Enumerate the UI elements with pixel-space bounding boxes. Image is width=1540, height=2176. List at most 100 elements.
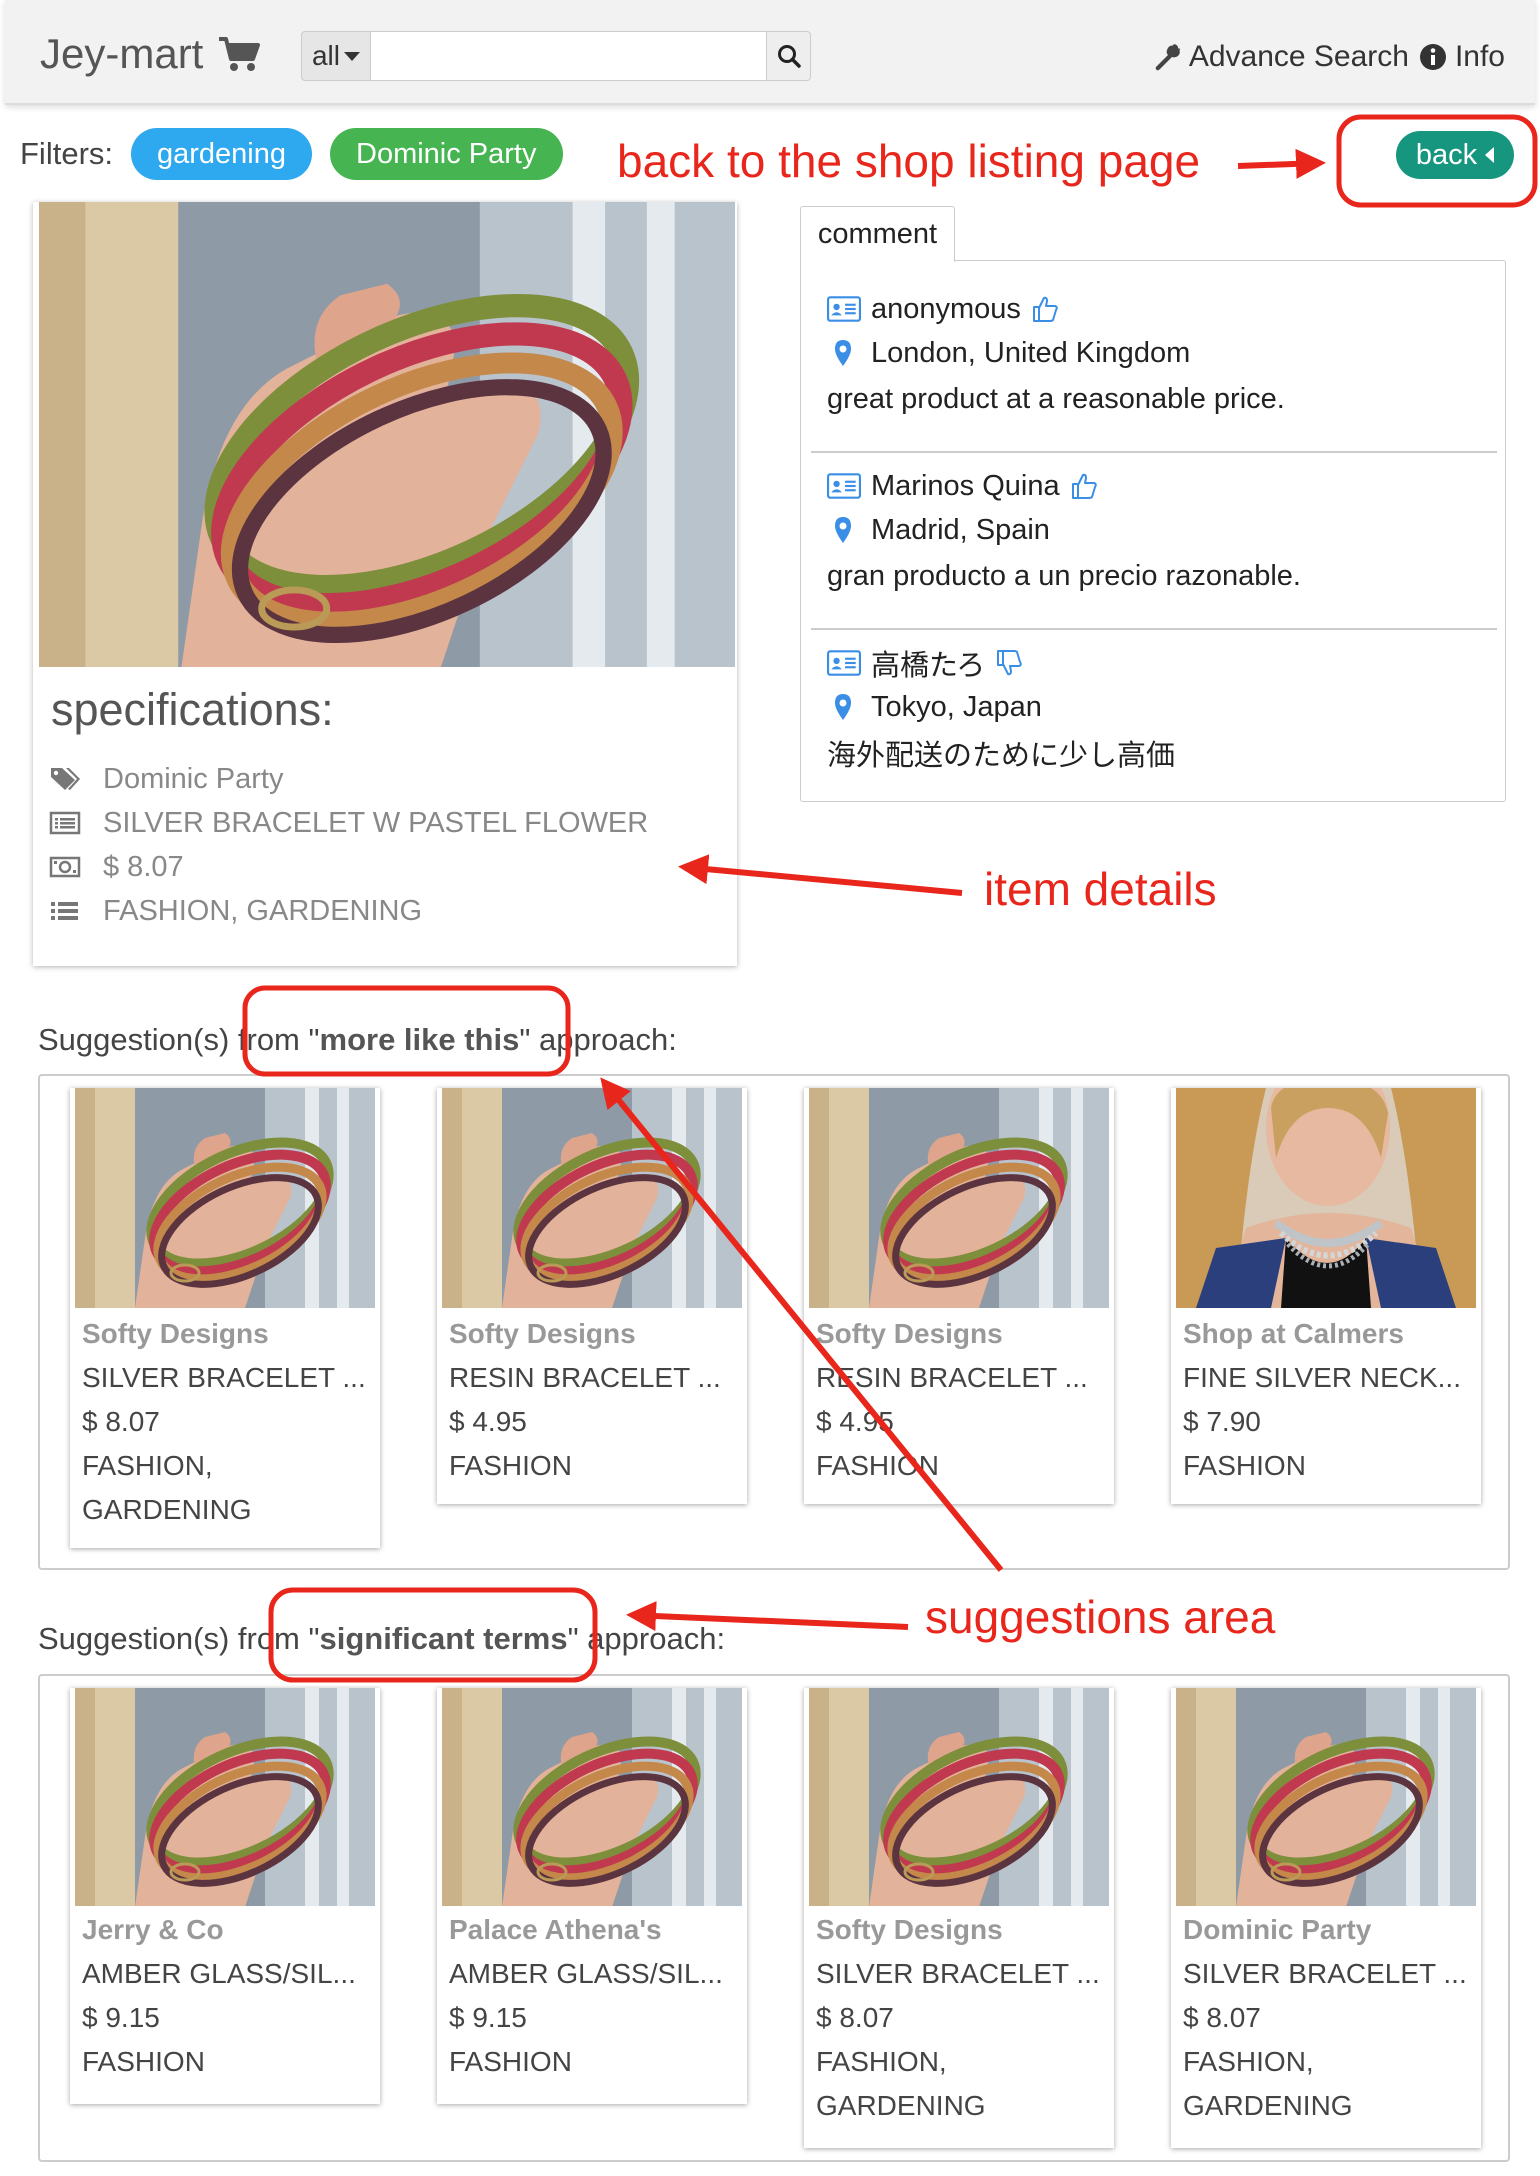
spec-categories-value: FASHION, GARDENING	[103, 894, 423, 927]
annotation-item-details: item details	[984, 863, 1217, 915]
comment-location-line: Tokyo, Japan	[827, 685, 1497, 729]
annotation-arrow	[1237, 148, 1326, 179]
product-card[interactable]: Softy Designs SILVER BRACELET ... $ 8.07…	[804, 1688, 1114, 2148]
product-shop[interactable]: Softy Designs	[816, 1908, 1106, 1952]
product-price: $ 8.07	[816, 2002, 894, 2033]
product-title: SILVER BRACELET ...	[1183, 1958, 1467, 1989]
product-price: $ 4.95	[816, 1406, 894, 1437]
product-card[interactable]: Jerry & Co AMBER GLASS/SIL... $ 9.15 FAS…	[70, 1688, 380, 2104]
back-button[interactable]: back	[1396, 131, 1514, 179]
comment-location: Madrid, Spain	[871, 513, 1050, 546]
product-info: Softy Designs SILVER BRACELET ... $ 8.07…	[82, 1312, 372, 1532]
chevron-down-icon	[344, 51, 360, 61]
product-price: $ 7.90	[1183, 1406, 1261, 1437]
product-shop[interactable]: Palace Athena's	[449, 1908, 739, 1952]
product-image[interactable]	[809, 1688, 1109, 1906]
heading-prefix: Suggestion(s) from "	[38, 1621, 320, 1656]
product-title: AMBER GLASS/SIL...	[82, 1958, 356, 1989]
suggestions-mlt-heading: Suggestion(s) from "more like this" appr…	[38, 1022, 677, 1058]
product-info: Shop at Calmers FINE SILVER NECK... $ 7.…	[1183, 1312, 1473, 1488]
product-shop[interactable]: Jerry & Co	[82, 1908, 372, 1952]
product-image[interactable]	[1176, 1688, 1476, 1906]
product-shop[interactable]: Shop at Calmers	[1183, 1312, 1473, 1356]
product-title: FINE SILVER NECK...	[1183, 1362, 1461, 1393]
search-icon	[777, 45, 801, 68]
id-card-icon	[827, 473, 861, 499]
wrench-icon	[1155, 44, 1180, 71]
comment-item: anonymous London, United Kingdom great p…	[811, 287, 1497, 453]
product-image[interactable]	[1176, 1088, 1476, 1308]
spec-shop: Dominic Party	[49, 757, 648, 801]
product-card[interactable]: Shop at Calmers FINE SILVER NECK... $ 7.…	[1171, 1088, 1481, 1504]
comment-location-line: Madrid, Spain	[827, 508, 1497, 552]
item-details-card: specifications: Dominic Party SILVER BRA…	[33, 202, 737, 966]
product-price: $ 8.07	[82, 1406, 160, 1437]
annotation-suggestions: suggestions area	[925, 1591, 1276, 1643]
search-scope-select[interactable]: all	[301, 31, 371, 81]
advance-search-label: Advance Search	[1188, 40, 1409, 73]
comment-location: Tokyo, Japan	[871, 690, 1042, 723]
comment-panel: anonymous London, United Kingdom great p…	[800, 260, 1506, 802]
filter-chip-gardening[interactable]: gardening	[131, 128, 312, 180]
product-category: FASHION	[816, 1450, 939, 1481]
filter-chip-dominic-party[interactable]: Dominic Party	[330, 128, 563, 180]
thumbs-down-icon[interactable]	[995, 649, 1023, 677]
product-title: RESIN BRACELET ...	[816, 1362, 1088, 1393]
specifications-heading: specifications:	[51, 684, 334, 735]
product-shop[interactable]: Dominic Party	[1183, 1908, 1473, 1952]
comment-location: London, United Kingdom	[871, 336, 1191, 369]
comment-author: Marinos Quina	[871, 469, 1060, 502]
tab-comment[interactable]: comment	[800, 206, 955, 262]
comment-text: great product at a reasonable price.	[827, 382, 1285, 415]
thumbs-up-icon[interactable]	[1031, 295, 1059, 323]
product-image[interactable]	[442, 1688, 742, 1906]
product-category: FASHION, GARDENING	[1183, 2046, 1353, 2121]
product-image[interactable]	[75, 1688, 375, 1906]
product-price: $ 9.15	[449, 2002, 527, 2033]
spec-name: SILVER BRACELET W PASTEL FLOWER	[49, 801, 648, 845]
thumbs-up-icon[interactable]	[1070, 472, 1098, 500]
comment-text: 海外配送のために少し高価	[827, 740, 1176, 772]
product-title: SILVER BRACELET ...	[82, 1362, 366, 1393]
product-shop[interactable]: Softy Designs	[82, 1312, 372, 1356]
product-image[interactable]	[75, 1088, 375, 1308]
product-title: AMBER GLASS/SIL...	[449, 1958, 723, 1989]
heading-suffix: " approach:	[519, 1022, 677, 1057]
filters-bar: Filters: gardening Dominic Party	[20, 128, 563, 180]
heading-suffix: " approach:	[567, 1621, 726, 1656]
brand[interactable]: Jey-mart	[40, 30, 261, 78]
spec-categories: FASHION, GARDENING	[49, 889, 648, 933]
product-category: FASHION	[449, 2046, 572, 2077]
brand-name[interactable]: Jey-mart	[40, 30, 203, 78]
advance-search-link[interactable]: Advance Search	[1153, 40, 1409, 74]
suggestions-sig-area: Jerry & Co AMBER GLASS/SIL... $ 9.15 FAS…	[38, 1674, 1510, 2162]
product-card[interactable]: Softy Designs RESIN BRACELET ... $ 4.95 …	[804, 1088, 1114, 1504]
product-price: $ 4.95	[449, 1406, 527, 1437]
product-image[interactable]	[442, 1088, 742, 1308]
caret-left-icon	[1485, 147, 1495, 163]
map-marker-icon	[835, 694, 851, 720]
search-button[interactable]	[767, 31, 811, 81]
spec-price-value: $ 8.07	[103, 850, 184, 883]
product-card[interactable]: Softy Designs RESIN BRACELET ... $ 4.95 …	[437, 1088, 747, 1504]
product-category: FASHION	[449, 1450, 572, 1481]
product-category: FASHION	[82, 2046, 205, 2077]
product-price: $ 9.15	[82, 2002, 160, 2033]
search-input[interactable]	[371, 31, 767, 81]
product-shop[interactable]: Softy Designs	[449, 1312, 739, 1356]
comment-item: 高橋たろ Tokyo, Japan 海外配送のために少し高価	[811, 641, 1497, 791]
product-card[interactable]: Palace Athena's AMBER GLASS/SIL... $ 9.1…	[437, 1688, 747, 2104]
spec-name-value: SILVER BRACELET W PASTEL FLOWER	[103, 806, 649, 839]
product-shop[interactable]: Softy Designs	[816, 1312, 1106, 1356]
comment-author-line: 高橋たろ	[827, 641, 1497, 685]
cart-icon[interactable]	[217, 35, 261, 73]
product-card[interactable]: Dominic Party SILVER BRACELET ... $ 8.07…	[1171, 1688, 1481, 2148]
comment-location-line: London, United Kingdom	[827, 331, 1497, 375]
heading-term: significant terms	[319, 1621, 568, 1656]
product-image[interactable]	[809, 1088, 1109, 1308]
info-link[interactable]: Info	[1419, 40, 1505, 74]
info-label: Info	[1454, 40, 1505, 73]
filters-label: Filters:	[20, 136, 113, 171]
product-card[interactable]: Softy Designs SILVER BRACELET ... $ 8.07…	[70, 1088, 380, 1548]
comment-text: gran producto a un precio razonable.	[827, 559, 1301, 592]
